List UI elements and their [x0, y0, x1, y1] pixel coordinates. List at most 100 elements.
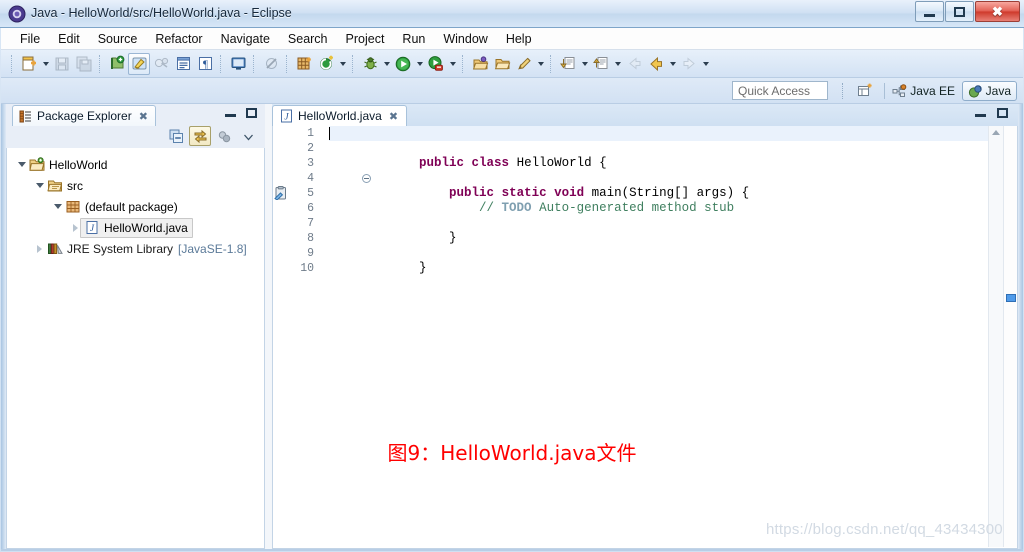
editor-source-code[interactable]: public class HelloWorld { public static … [329, 126, 987, 547]
open-perspective-button[interactable] [854, 81, 876, 101]
search-input[interactable]: Quick Access [732, 81, 828, 100]
twisty-expanded-icon[interactable] [15, 154, 28, 175]
java-perspective-button[interactable]: Java [961, 81, 1017, 101]
menu-help[interactable]: Help [497, 30, 541, 48]
twisty-expanded-icon[interactable] [33, 175, 46, 196]
menu-window[interactable]: Window [434, 30, 496, 48]
title-bar: Java - HelloWorld/src/HelloWorld.java - … [0, 0, 1024, 28]
perspective-divider [884, 83, 885, 99]
editor-tab-close-icon[interactable]: ✖ [389, 110, 398, 123]
next-annotation-dropdown[interactable] [579, 53, 590, 75]
external-tools-dropdown[interactable] [337, 53, 348, 75]
editor-text-area[interactable]: 1 2 3 4 5 6 7 8 9 10 public class HelloW… [272, 126, 1018, 549]
menu-run[interactable]: Run [393, 30, 434, 48]
tree-item-helloworld-project[interactable]: HelloWorld [7, 154, 264, 175]
menu-project[interactable]: Project [337, 30, 394, 48]
coverage-dropdown[interactable] [447, 53, 458, 75]
console-icon [231, 57, 245, 70]
line-number: 2 [307, 142, 314, 155]
package-explorer-minimize-icon[interactable] [225, 114, 236, 117]
toolbar-group-annotations [557, 52, 623, 76]
menu-edit[interactable]: Edit [49, 30, 89, 48]
debug-dropdown[interactable] [381, 53, 392, 75]
new-java-package-button[interactable] [106, 53, 128, 75]
forward-arrow-icon [683, 57, 695, 70]
open-console-button[interactable] [227, 53, 249, 75]
menu-search[interactable]: Search [279, 30, 337, 48]
tree-item-helloworld-java[interactable]: J HelloWorld.java [7, 217, 264, 238]
tree-item-jre-system-library[interactable]: JRE System Library [JavaSE-1.8] [7, 238, 264, 259]
sash-divider[interactable] [265, 104, 272, 549]
tree-item-src[interactable]: src [7, 175, 264, 196]
package-explorer-close-icon[interactable]: ✖ [139, 110, 148, 123]
menu-file[interactable]: File [11, 30, 49, 48]
forward-button[interactable] [678, 53, 700, 75]
menu-source[interactable]: Source [89, 30, 147, 48]
skip-breakpoints-button[interactable] [260, 53, 282, 75]
tree-label-helloworld-java: HelloWorld.java [104, 220, 188, 235]
editor-folding-ruler[interactable] [317, 126, 371, 547]
token-comment: Auto-generated method stub [531, 201, 735, 215]
focus-active-task-button[interactable] [213, 126, 235, 146]
link-with-editor-button[interactable] [189, 126, 211, 146]
package-explorer-tab[interactable]: Package Explorer ✖ [12, 105, 156, 126]
editor-tab-helloworld-java[interactable]: J HelloWorld.java ✖ [272, 105, 408, 126]
pencil-dropdown[interactable] [535, 53, 546, 75]
tree-label-jre-system-library: JRE System Library [67, 241, 174, 256]
java-ee-perspective-button[interactable]: Java EE [886, 81, 961, 101]
back-button[interactable] [645, 53, 667, 75]
toolbar-separator [286, 54, 289, 73]
code-line-7: } [329, 216, 987, 245]
close-button[interactable]: ✖ [975, 1, 1020, 22]
overview-marker[interactable] [1006, 294, 1016, 302]
scroll-up-icon[interactable] [992, 130, 1000, 135]
forward-dropdown[interactable] [700, 53, 711, 75]
editor-overview-ruler[interactable] [1003, 126, 1017, 547]
menu-refactor[interactable]: Refactor [146, 30, 211, 48]
package-explorer-maximize-icon[interactable] [246, 108, 257, 118]
collapse-all-button[interactable] [165, 126, 187, 146]
java-file-icon: J [83, 217, 101, 238]
next-annotation-button[interactable] [557, 53, 579, 75]
open-type-button[interactable] [491, 53, 513, 75]
back-dropdown[interactable] [667, 53, 678, 75]
back-history-button[interactable] [623, 53, 645, 75]
maximize-button[interactable] [945, 1, 974, 22]
workbench: Package Explorer ✖ HelloWorld src (defau… [1, 104, 1023, 551]
code-line-2: public class HelloWorld { [329, 141, 987, 170]
token-keyword: static [501, 186, 547, 200]
external-tools-button[interactable] [315, 53, 337, 75]
view-menu-button[interactable] [237, 126, 259, 146]
package-icon [64, 196, 82, 217]
line-number: 8 [307, 232, 314, 245]
package-explorer-tree[interactable]: HelloWorld src (default package) J Hello… [6, 148, 265, 549]
previous-annotation-button[interactable] [590, 53, 612, 75]
new-wizard-dropdown[interactable] [40, 53, 51, 75]
twisty-expanded-icon[interactable] [51, 196, 64, 217]
save-button[interactable] [51, 53, 73, 75]
back-arrow-icon [628, 57, 640, 70]
editor-minimize-icon[interactable] [975, 114, 986, 117]
new-java-class-button[interactable] [293, 53, 315, 75]
save-all-button[interactable] [73, 53, 95, 75]
editor-maximize-icon[interactable] [997, 108, 1008, 118]
debug-button[interactable] [359, 53, 381, 75]
minimize-button[interactable] [915, 1, 944, 22]
menu-navigate[interactable]: Navigate [212, 30, 279, 48]
coverage-button[interactable] [425, 53, 447, 75]
new-wizard-button[interactable] [18, 53, 40, 75]
editor-vertical-ruler[interactable] [273, 126, 289, 547]
run-button[interactable] [392, 53, 414, 75]
open-task-editor-button[interactable] [513, 53, 535, 75]
previous-annotation-dropdown[interactable] [612, 53, 623, 75]
open-task-button[interactable] [172, 53, 194, 75]
twisty-collapsed-icon[interactable] [33, 238, 46, 259]
link-build-button[interactable] [150, 53, 172, 75]
toggle-mark-occurrences-button[interactable] [128, 52, 150, 75]
show-whitespace-button[interactable]: ¶ [194, 53, 216, 75]
todo-task-icon[interactable] [274, 186, 288, 203]
tree-item-default-package[interactable]: (default package) [7, 196, 264, 217]
new-package-wizard-button[interactable] [469, 53, 491, 75]
editor-vertical-scrollbar[interactable] [988, 126, 1003, 547]
run-dropdown[interactable] [414, 53, 425, 75]
